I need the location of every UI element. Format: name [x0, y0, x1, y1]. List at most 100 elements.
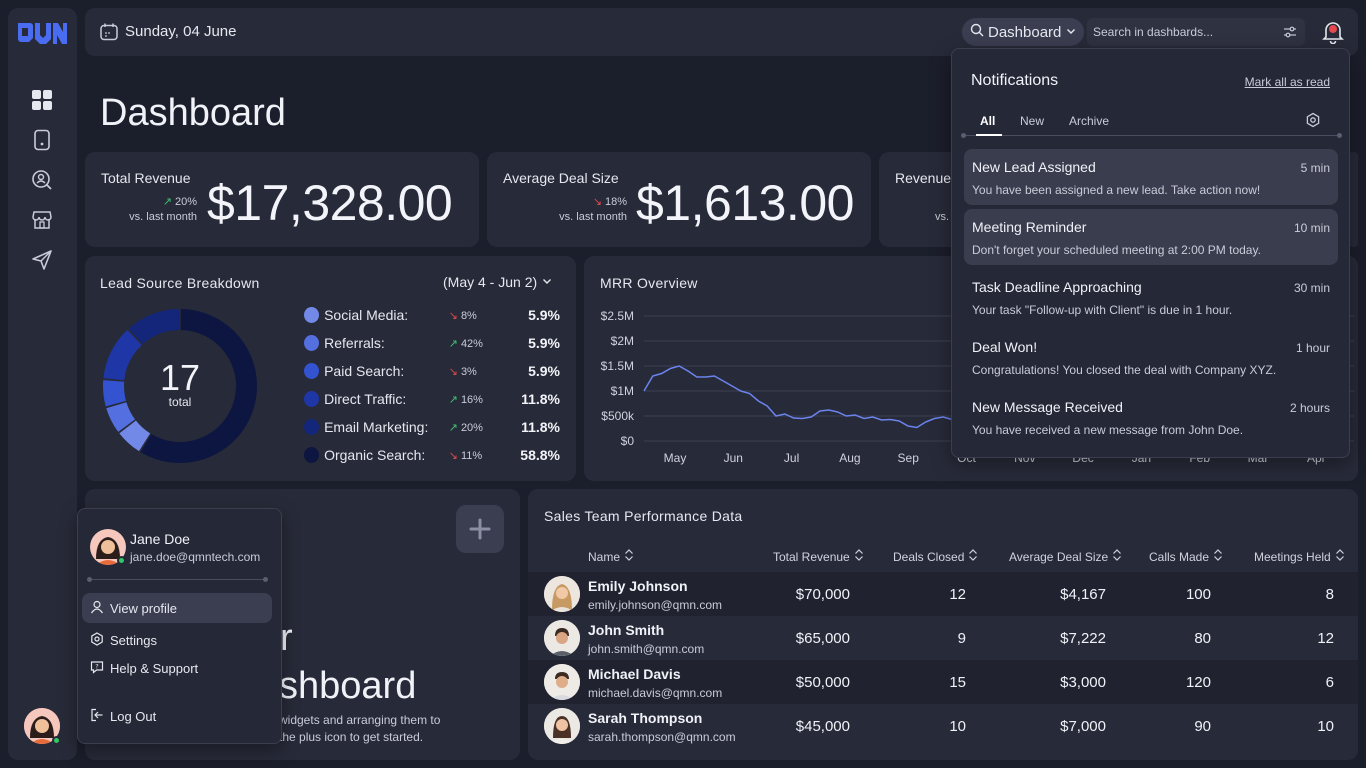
stat-title: Average Deal Size: [503, 170, 619, 186]
y-tick-label: $2M: [611, 334, 634, 348]
y-tick-label: $500k: [601, 409, 635, 423]
column-label: Total Revenue: [773, 549, 850, 564]
online-status-icon: [117, 556, 126, 565]
meetings-held-cell: 8: [1325, 586, 1334, 603]
y-tick-label: $2.5M: [601, 309, 634, 323]
table-row[interactable]: Michael Davis michael.davis@qmn.com $50,…: [528, 660, 1358, 704]
tab-archive[interactable]: Archive: [1069, 114, 1109, 128]
sort-icon: [1335, 549, 1345, 564]
donut-slice[interactable]: [128, 309, 180, 345]
table-row[interactable]: Sarah Thompson sarah.thompson@qmn.com $4…: [528, 704, 1358, 748]
notification-item[interactable]: Meeting Reminder 10 min Don't forget you…: [964, 209, 1338, 265]
send-nav-icon[interactable]: [30, 248, 54, 272]
tab-all[interactable]: All: [980, 114, 995, 128]
legend-value: 5.9%: [528, 335, 560, 351]
member-email: john.smith@qmn.com: [588, 642, 705, 656]
active-tab-indicator: [976, 134, 1002, 136]
member-name: Michael Davis: [588, 666, 681, 682]
donut-slice[interactable]: [103, 329, 142, 381]
bell-icon[interactable]: [1322, 20, 1344, 45]
svg-text:?: ?: [95, 662, 98, 670]
date-range-dropdown[interactable]: (May 4 - Jun 2): [443, 274, 553, 290]
view-profile-item[interactable]: View profile: [82, 593, 272, 623]
empty-widget-desc-line1: widgets and arranging them to: [279, 713, 441, 727]
column-header-average-deal-size[interactable]: Average Deal Size: [1009, 549, 1122, 564]
notification-body: You have been assigned a new lead. Take …: [972, 183, 1261, 197]
calls-made-cell: 90: [1194, 718, 1211, 735]
legend-swatch: [304, 307, 320, 323]
tab-new[interactable]: New: [1020, 114, 1044, 128]
stat-delta-value: 20%: [174, 196, 197, 208]
mrr-series-line: [643, 365, 953, 429]
stat-value: $1,613.00: [636, 175, 854, 231]
logout-item[interactable]: Log Out: [82, 701, 272, 731]
current-date: Sunday, 04 June: [125, 23, 237, 40]
settings-icon: [90, 631, 104, 649]
trend-down-icon: ↘: [592, 196, 602, 208]
notification-item[interactable]: Deal Won! 1 hour Congratulations! You cl…: [964, 329, 1338, 385]
notification-item[interactable]: New Message Received 2 hours You have re…: [964, 389, 1338, 445]
dashboard-selector[interactable]: Dashboard: [962, 18, 1084, 46]
date-range-label: (May 4 - Jun 2): [443, 274, 538, 290]
table-row[interactable]: John Smith john.smith@qmn.com $65,000 9 …: [528, 616, 1358, 660]
mobile-nav-icon[interactable]: [30, 128, 54, 152]
dashboard-nav-icon[interactable]: [30, 88, 54, 112]
legend-value: 5.9%: [528, 363, 560, 379]
online-status-icon: [52, 736, 61, 745]
x-tick-label: Jun: [724, 451, 743, 465]
settings-icon[interactable]: [1305, 112, 1321, 133]
notification-item[interactable]: Task Deadline Approaching 30 min Your ta…: [964, 269, 1338, 325]
avatar: [544, 620, 580, 656]
column-header-deals-closed[interactable]: Deals Closed: [893, 549, 978, 564]
legend-item: Organic Search: ↘ 11% 58.8%: [304, 445, 560, 465]
column-header-name[interactable]: Name: [588, 549, 634, 564]
legend-label: Social Media:: [324, 307, 409, 323]
store-nav-icon[interactable]: [30, 208, 54, 232]
notification-body: Don't forget your scheduled meeting at 2…: [972, 243, 1261, 257]
calls-made-cell: 100: [1185, 586, 1211, 603]
notification-item[interactable]: New Lead Assigned 5 min You have been as…: [964, 149, 1338, 205]
search-input[interactable]: Search in dashbards...: [1087, 18, 1305, 46]
dashboard-selector-label: Dashboard: [988, 23, 1062, 41]
column-header-total-revenue[interactable]: Total Revenue: [773, 549, 864, 564]
avatar: [544, 708, 580, 744]
legend-value: 11.8%: [521, 391, 560, 407]
total-revenue-cell: $45,000: [795, 718, 850, 735]
sidebar: [8, 8, 77, 760]
calls-made-cell: 120: [1185, 674, 1211, 691]
legend-label: Paid Search:: [324, 363, 405, 379]
add-widget-button[interactable]: [456, 505, 504, 553]
empty-widget-title-line2: shboard: [279, 665, 417, 707]
logo-icon[interactable]: [16, 19, 68, 49]
legend-delta: ↘ 11%: [449, 449, 506, 462]
filter-icon[interactable]: [1283, 25, 1297, 42]
profile-name: Jane Doe: [130, 531, 190, 547]
empty-widget-desc-line2: the plus icon to get started.: [279, 730, 424, 744]
notifications-panel: Notifications Mark all as read All New A…: [951, 48, 1350, 458]
x-tick-label: Jul: [784, 451, 799, 465]
notification-title: Deal Won!: [972, 339, 1038, 355]
user-search-nav-icon[interactable]: [30, 168, 54, 192]
deals-closed-cell: 15: [949, 674, 966, 691]
legend-item: Social Media: ↘ 8% 5.9%: [304, 305, 560, 325]
help-support-item[interactable]: ? Help & Support: [82, 653, 272, 683]
table-row[interactable]: Emily Johnson emily.johnson@qmn.com $70,…: [528, 572, 1358, 616]
column-header-meetings-held[interactable]: Meetings Held: [1254, 549, 1345, 564]
notification-title: New Message Received: [972, 399, 1123, 415]
sort-icon: [968, 549, 978, 564]
divider-dot: [961, 133, 966, 138]
mark-all-read-link[interactable]: Mark all as read: [1245, 75, 1330, 89]
trend-down-icon: ↘: [448, 449, 458, 462]
legend-value: 58.8%: [520, 447, 560, 463]
donut-slice[interactable]: [103, 380, 127, 407]
avatar: [544, 576, 580, 612]
trend-up-icon: ↗: [162, 196, 172, 208]
member-email: sarah.thompson@qmn.com: [588, 730, 736, 744]
calendar-icon: [99, 22, 119, 47]
help-chat-icon: ?: [90, 660, 104, 677]
total-revenue-cell: $65,000: [795, 630, 850, 647]
sort-icon: [624, 549, 634, 564]
column-header-calls-made[interactable]: Calls Made: [1149, 549, 1223, 564]
menu-item-label: Help & Support: [110, 660, 199, 676]
settings-item[interactable]: Settings: [82, 625, 272, 655]
